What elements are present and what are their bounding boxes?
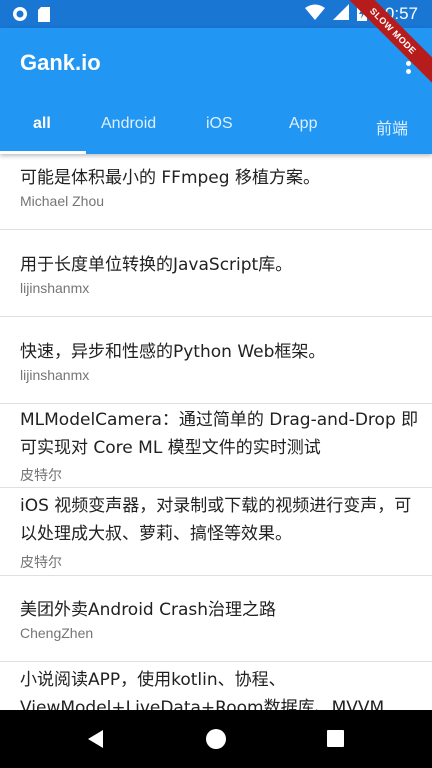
list-item[interactable]: 快速，异步和性感的Python Web框架。 lijinshanmx [0,317,432,404]
item-title: iOS 视频变声器，对录制或下载的视频进行变声，可以处理成大叔、萝莉、搞怪等效果… [20,496,412,544]
item-title: 可能是体积最小的 FFmpeg 移植方案。 [20,168,320,188]
item-author: 皮特尔 [20,467,62,483]
item-title: MLModelCamera：通过简单的 Drag-and-Drop 即可实现对 … [20,410,419,458]
item-author: Michael Zhou [20,193,105,209]
item-title: 美团外卖Android Crash治理之路 [20,600,277,620]
list-item[interactable]: 用于长度单位转换的JavaScript库。 lijinshanmx [0,230,432,317]
item-author: ChengZhen [20,625,94,641]
back-icon[interactable] [88,730,103,748]
circle-notification-icon [12,6,28,26]
list-item[interactable]: iOS 视频变声器，对录制或下载的视频进行变声，可以处理成大叔、萝莉、搞怪等效果… [0,488,432,576]
item-author: lijinshanmx [20,367,90,383]
wifi-icon [305,4,326,24]
list-item[interactable]: 可能是体积最小的 FFmpeg 移植方案。 Michael Zhou [0,154,432,230]
navigation-bar [0,710,432,768]
item-title: 快速，异步和性感的Python Web框架。 [20,342,326,362]
sd-card-icon [38,6,50,26]
item-author: 皮特尔 [20,554,62,570]
item-title: 小说阅读APP，使用kotlin、协程、ViewModel+LiveData+R… [20,670,385,710]
home-icon[interactable] [206,729,226,749]
signal-icon [333,4,350,24]
article-list[interactable]: 可能是体积最小的 FFmpeg 移植方案。 Michael Zhou 用于长度单… [0,154,432,710]
tab-bar: all Android iOS App 前端 [0,100,432,154]
item-title: 用于长度单位转换的JavaScript库。 [20,255,293,275]
list-item[interactable]: MLModelCamera：通过简单的 Drag-and-Drop 即可实现对 … [0,404,432,488]
list-item[interactable]: 小说阅读APP，使用kotlin、协程、ViewModel+LiveData+R… [0,662,432,710]
tab-android[interactable]: Android [101,115,156,133]
tab-frontend[interactable]: 前端 [376,115,408,139]
item-author: lijinshanmx [20,280,90,296]
app-title: Gank.io [20,50,101,75]
recents-icon[interactable] [327,730,344,747]
tab-app[interactable]: App [289,115,317,133]
app-bar: Gank.io all Android iOS App 前端 [0,28,432,154]
list-item[interactable]: 美团外卖Android Crash治理之路 ChengZhen [0,576,432,662]
tab-ios[interactable]: iOS [206,115,233,133]
tab-all[interactable]: all [33,115,51,133]
